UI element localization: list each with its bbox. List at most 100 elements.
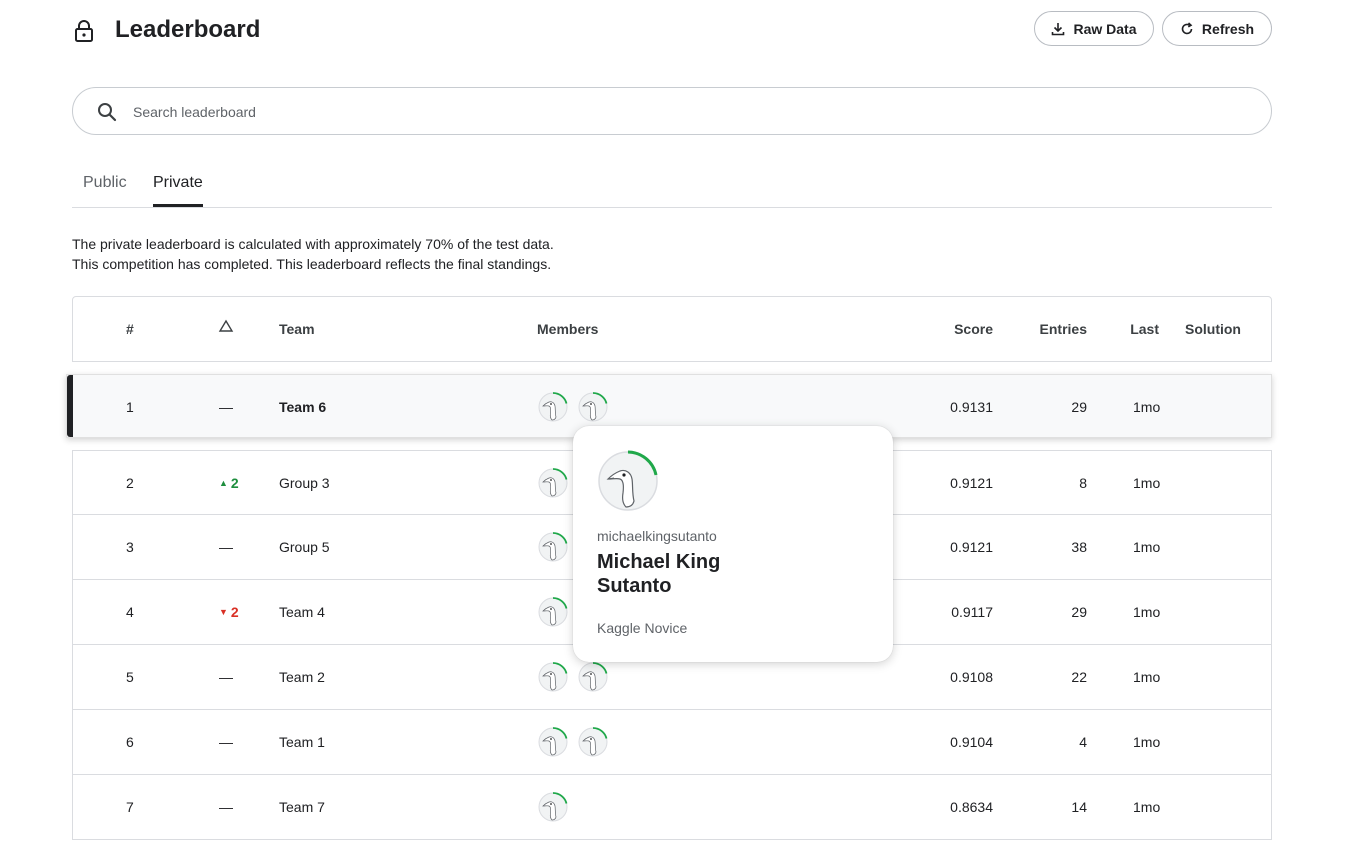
- rank: 5: [126, 669, 134, 685]
- goose-avatar-icon: [538, 468, 568, 498]
- rank-change-value: 2: [230, 604, 239, 620]
- team-name[interactable]: Team 2: [279, 669, 325, 685]
- team-name[interactable]: Team 6: [279, 399, 326, 415]
- refresh-button[interactable]: Refresh: [1162, 11, 1272, 46]
- column-team[interactable]: Team: [279, 321, 315, 337]
- rank: 2: [126, 475, 134, 491]
- goose-avatar-icon: [538, 597, 568, 627]
- arrow-down-icon: ▼: [219, 607, 228, 617]
- description-line-1: The private leaderboard is calculated wi…: [72, 236, 554, 252]
- search-input[interactable]: [133, 100, 1233, 124]
- member-avatar[interactable]: [537, 391, 569, 423]
- download-icon: [1052, 22, 1065, 35]
- popover-username[interactable]: michaelkingsutanto: [597, 528, 717, 544]
- column-members: Members: [537, 321, 599, 337]
- goose-avatar-icon: [538, 727, 568, 757]
- entries: 14: [1071, 799, 1087, 815]
- search-bar[interactable]: [72, 87, 1272, 135]
- goose-avatar-icon: [538, 532, 568, 562]
- team-name[interactable]: Team 4: [279, 604, 325, 620]
- rank: 6: [126, 734, 134, 750]
- column-solution: Solution: [1185, 321, 1241, 337]
- goose-avatar-icon: [538, 662, 568, 692]
- column-rank[interactable]: #: [126, 321, 134, 337]
- rank: 3: [126, 539, 134, 555]
- raw-data-label: Raw Data: [1073, 20, 1137, 37]
- raw-data-button[interactable]: Raw Data: [1034, 11, 1154, 46]
- team-name[interactable]: Team 7: [279, 799, 325, 815]
- rank-change: —: [219, 399, 233, 415]
- entries: 29: [1071, 399, 1087, 415]
- rank-change: ▲ 2: [219, 475, 239, 491]
- score: 0.8634: [950, 799, 993, 815]
- popover-tier: Kaggle Novice: [597, 620, 688, 636]
- refresh-icon: [1181, 21, 1193, 34]
- rank: 1: [126, 399, 134, 415]
- member-avatar[interactable]: [537, 726, 569, 758]
- members-list: [537, 391, 609, 423]
- member-avatar[interactable]: [537, 467, 569, 499]
- member-avatar[interactable]: [537, 661, 569, 693]
- member-avatar[interactable]: [577, 391, 609, 423]
- goose-avatar-icon: [538, 792, 568, 822]
- entries: 29: [1071, 604, 1087, 620]
- rank: 7: [126, 799, 134, 815]
- last-submission: 1mo: [1133, 669, 1161, 685]
- popover-display-name[interactable]: Michael King Sutanto: [597, 550, 797, 598]
- page-title: Leaderboard: [115, 16, 261, 43]
- rank-change: —: [219, 734, 233, 750]
- goose-avatar-icon[interactable]: [596, 449, 660, 513]
- team-name[interactable]: Group 3: [279, 475, 330, 491]
- column-score[interactable]: Score: [954, 321, 993, 337]
- score: 0.9104: [950, 734, 993, 750]
- last-submission: 1mo: [1133, 734, 1161, 750]
- last-submission: 1mo: [1133, 799, 1161, 815]
- members-list: [537, 791, 569, 823]
- team-name[interactable]: Group 5: [279, 539, 330, 555]
- score: 0.9108: [950, 669, 993, 685]
- refresh-label: Refresh: [1201, 20, 1255, 37]
- member-profile-popover[interactable]: michaelkingsutanto Michael King Sutanto …: [573, 426, 893, 662]
- goose-avatar-icon: [578, 727, 608, 757]
- lock-icon: [75, 20, 93, 42]
- table-row[interactable]: 7 — Team 7 0.8634 14 1mo: [72, 775, 1272, 840]
- last-submission: 1mo: [1133, 539, 1161, 555]
- column-entries[interactable]: Entries: [1040, 321, 1087, 337]
- rank: 4: [126, 604, 134, 620]
- entries: 4: [1079, 734, 1087, 750]
- goose-avatar-icon: [578, 662, 608, 692]
- arrow-up-icon: ▲: [219, 478, 228, 488]
- score: 0.9131: [950, 399, 993, 415]
- leaderboard-tabs: Public Private: [72, 168, 1272, 208]
- member-avatar[interactable]: [577, 661, 609, 693]
- last-submission: 1mo: [1133, 475, 1161, 491]
- last-submission: 1mo: [1133, 399, 1161, 415]
- column-last[interactable]: Last: [1130, 321, 1159, 337]
- team-name[interactable]: Team 1: [279, 734, 325, 750]
- goose-avatar-icon: [578, 392, 608, 422]
- entries: 8: [1079, 475, 1087, 491]
- leaderboard-description: The private leaderboard is calculated wi…: [72, 234, 554, 274]
- goose-avatar-icon: [538, 392, 568, 422]
- member-avatar[interactable]: [537, 531, 569, 563]
- tab-private[interactable]: Private: [153, 174, 203, 207]
- page-header: Leaderboard Raw Data Refresh: [72, 10, 1272, 50]
- rank-change: ▼ 2: [219, 604, 239, 620]
- rank-change-value: 2: [230, 475, 239, 491]
- entries: 38: [1071, 539, 1087, 555]
- members-list: [537, 726, 609, 758]
- score: 0.9121: [950, 475, 993, 491]
- table-row[interactable]: 6 — Team 1 0.9104 4 1mo: [72, 710, 1272, 775]
- score: 0.9117: [951, 604, 993, 620]
- search-icon: [98, 103, 117, 122]
- last-submission: 1mo: [1133, 604, 1161, 620]
- rank-change: —: [219, 799, 233, 815]
- score: 0.9121: [950, 539, 993, 555]
- member-avatar[interactable]: [537, 596, 569, 628]
- tab-public[interactable]: Public: [83, 174, 127, 207]
- description-line-2: This competition has completed. This lea…: [72, 256, 552, 272]
- member-avatar[interactable]: [537, 791, 569, 823]
- table-header: # Team Members Score Entries Last Soluti…: [72, 296, 1272, 362]
- triangle-icon: [218, 319, 234, 332]
- member-avatar[interactable]: [577, 726, 609, 758]
